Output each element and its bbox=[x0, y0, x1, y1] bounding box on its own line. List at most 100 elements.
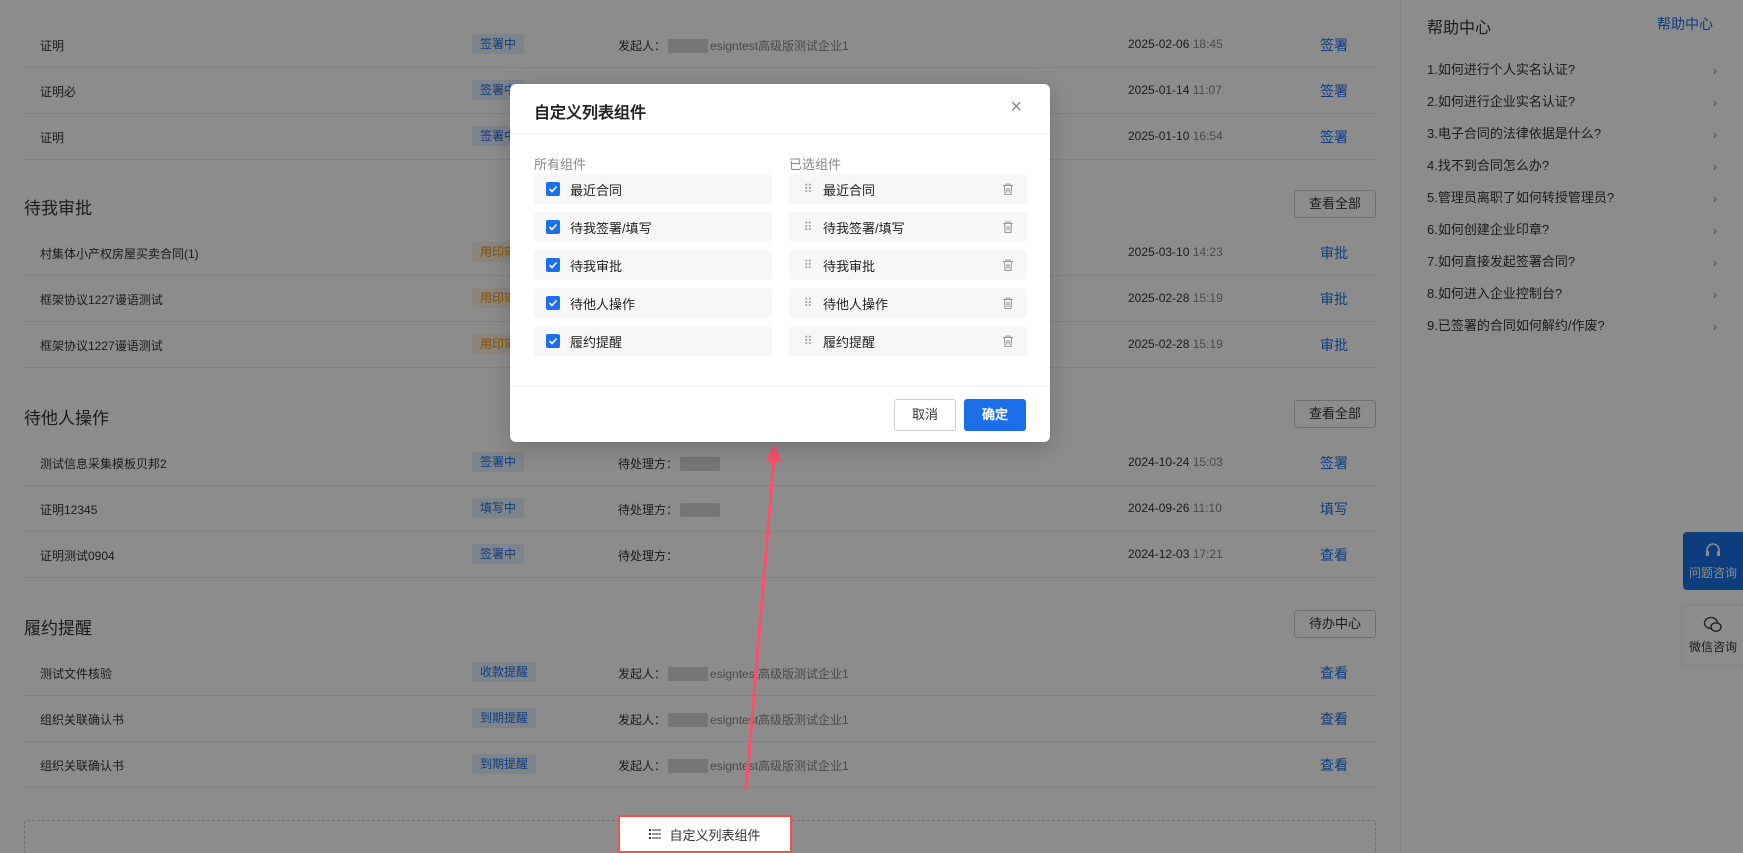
help-item-label: 2.如何进行企业实名认证? bbox=[1427, 94, 1576, 109]
help-item-label: 3.电子合同的法律依据是什么? bbox=[1427, 126, 1602, 141]
help-list: 1.如何进行个人实名认证? › 2.如何进行企业实名认证? › 3.电子合同的法律依… bbox=[1427, 58, 1717, 346]
help-center-link[interactable]: 帮助中心 bbox=[1657, 14, 1713, 34]
component-option[interactable]: 履约提醒 bbox=[534, 326, 772, 356]
selected-component[interactable]: ⠿ 履约提醒 bbox=[789, 326, 1027, 356]
close-icon[interactable]: × bbox=[1010, 96, 1022, 119]
row-party: 发起人： esigntest高级版测试企业1 bbox=[618, 711, 849, 728]
blurred-avatar bbox=[668, 758, 709, 773]
chevron-right-icon: › bbox=[1712, 158, 1717, 174]
cancel-button[interactable]: 取消 bbox=[894, 399, 956, 431]
party-org: esigntest高级版测试企业1 bbox=[710, 667, 849, 681]
party-org: esigntest高级版测试企业1 bbox=[710, 759, 849, 773]
date-text: 2025-02-28 bbox=[1128, 337, 1190, 351]
sign-link[interactable]: 签署 bbox=[1320, 81, 1348, 101]
help-item[interactable]: 5.管理员离职了如何转授管理员? › bbox=[1427, 186, 1717, 218]
row-party: 发起人： esigntest高级版测试企业1 bbox=[618, 665, 849, 682]
selected-component[interactable]: ⠿ 最近合同 bbox=[789, 174, 1027, 204]
party-label: 待处理方： bbox=[618, 549, 679, 563]
selected-component[interactable]: ⠿ 待我签署/填写 bbox=[789, 212, 1027, 242]
selected-component[interactable]: ⠿ 待我审批 bbox=[789, 250, 1027, 280]
help-item[interactable]: 1.如何进行个人实名认证? › bbox=[1427, 58, 1717, 90]
blurred-avatar bbox=[680, 456, 721, 471]
sign-link[interactable]: 签署 bbox=[1320, 127, 1348, 147]
help-item[interactable]: 8.如何进入企业控制台? › bbox=[1427, 282, 1717, 314]
trash-icon[interactable] bbox=[1001, 182, 1015, 196]
help-item[interactable]: 7.如何直接发起签署合同? › bbox=[1427, 250, 1717, 282]
component-label: 最近合同 bbox=[823, 182, 876, 198]
wechat-icon bbox=[1703, 616, 1722, 632]
help-item-label: 8.如何进入企业控制台? bbox=[1427, 286, 1563, 301]
row-name: 组织关联确认书 bbox=[40, 713, 125, 727]
all-components-title: 所有组件 bbox=[534, 157, 587, 172]
table-row: 测试信息采集模板贝邦2 签署中 待处理方： 2024-10-24 15:03 签… bbox=[24, 440, 1376, 486]
table-row: 组织关联确认书 到期提醒 发起人： esigntest高级版测试企业1 查看 bbox=[24, 742, 1376, 788]
party-label: 发起人： bbox=[618, 667, 667, 681]
customize-list-button[interactable]: 自定义列表组件 bbox=[618, 815, 792, 853]
checkbox-checked-icon[interactable] bbox=[546, 334, 560, 348]
view-link[interactable]: 查看 bbox=[1320, 709, 1348, 729]
sign-link[interactable]: 签署 bbox=[1320, 453, 1348, 473]
date-text: 2025-02-28 bbox=[1128, 291, 1190, 305]
view-all-approval-button[interactable]: 查看全部 bbox=[1294, 190, 1376, 218]
component-label: 待我签署/填写 bbox=[570, 220, 652, 236]
date-text: 2025-01-14 bbox=[1128, 83, 1190, 97]
status-badge: 签署中 bbox=[472, 544, 525, 564]
drag-handle-icon[interactable]: ⠿ bbox=[801, 258, 815, 272]
date-text: 2024-09-26 bbox=[1128, 501, 1190, 515]
checkbox-checked-icon[interactable] bbox=[546, 296, 560, 310]
trash-icon[interactable] bbox=[1001, 296, 1015, 310]
component-option[interactable]: 待我签署/填写 bbox=[534, 212, 772, 242]
approve-link[interactable]: 审批 bbox=[1320, 335, 1348, 355]
drag-handle-icon[interactable]: ⠿ bbox=[801, 296, 815, 310]
help-item[interactable]: 3.电子合同的法律依据是什么? › bbox=[1427, 122, 1717, 154]
help-item[interactable]: 4.找不到合同怎么办? › bbox=[1427, 154, 1717, 186]
approve-link[interactable]: 审批 bbox=[1320, 289, 1348, 309]
date-text: 2025-02-06 bbox=[1128, 37, 1190, 51]
view-link[interactable]: 查看 bbox=[1320, 755, 1348, 775]
trash-icon[interactable] bbox=[1001, 258, 1015, 272]
wechat-button[interactable]: 微信咨询 bbox=[1683, 606, 1743, 664]
view-all-others-button[interactable]: 查看全部 bbox=[1294, 400, 1376, 428]
view-link[interactable]: 查看 bbox=[1320, 545, 1348, 565]
component-label: 待我审批 bbox=[823, 258, 876, 274]
chevron-right-icon: › bbox=[1712, 286, 1717, 302]
component-option[interactable]: 待我审批 bbox=[534, 250, 772, 280]
component-option[interactable]: 最近合同 bbox=[534, 174, 772, 204]
row-name: 框架协议1227谩语测试 bbox=[40, 339, 163, 353]
selected-component[interactable]: ⠿ 待他人操作 bbox=[789, 288, 1027, 318]
component-option[interactable]: 待他人操作 bbox=[534, 288, 772, 318]
time-text: 11:10 bbox=[1192, 501, 1222, 515]
help-item-label: 1.如何进行个人实名认证? bbox=[1427, 62, 1576, 77]
fill-link[interactable]: 填写 bbox=[1320, 499, 1348, 519]
approve-link[interactable]: 审批 bbox=[1320, 243, 1348, 263]
checkbox-checked-icon[interactable] bbox=[546, 258, 560, 272]
trash-icon[interactable] bbox=[1001, 334, 1015, 348]
row-name: 证明 bbox=[40, 131, 65, 145]
chevron-right-icon: › bbox=[1712, 126, 1717, 142]
checkbox-checked-icon[interactable] bbox=[546, 220, 560, 234]
trash-icon[interactable] bbox=[1001, 220, 1015, 234]
drag-handle-icon[interactable]: ⠿ bbox=[801, 334, 815, 348]
row-date: 2025-02-28 15:19 bbox=[1128, 291, 1223, 305]
table-row: 测试文件核验 收款提醒 发起人： esigntest高级版测试企业1 查看 bbox=[24, 650, 1376, 696]
drag-handle-icon[interactable]: ⠿ bbox=[801, 220, 815, 234]
time-text: 16:54 bbox=[1192, 129, 1223, 143]
confirm-button[interactable]: 确定 bbox=[964, 399, 1026, 431]
drag-handle-icon[interactable]: ⠿ bbox=[801, 182, 815, 196]
date-text: 2024-12-03 bbox=[1128, 547, 1190, 561]
help-item[interactable]: 2.如何进行企业实名认证? › bbox=[1427, 90, 1717, 122]
chevron-right-icon: › bbox=[1712, 318, 1717, 334]
blurred-avatar bbox=[668, 38, 709, 53]
view-link[interactable]: 查看 bbox=[1320, 663, 1348, 683]
consult-button[interactable]: 问题咨询 bbox=[1683, 532, 1743, 590]
help-item-label: 5.管理员离职了如何转授管理员? bbox=[1427, 190, 1615, 205]
todo-center-button[interactable]: 待办中心 bbox=[1294, 610, 1376, 638]
help-item[interactable]: 9.已签署的合同如何解约/作废? › bbox=[1427, 314, 1717, 346]
help-item[interactable]: 6.如何创建企业印章? › bbox=[1427, 218, 1717, 250]
section-title-others: 待他人操作 bbox=[24, 409, 109, 428]
checkbox-checked-icon[interactable] bbox=[546, 182, 560, 196]
selected-components-title: 已选组件 bbox=[789, 157, 842, 172]
sign-link[interactable]: 签署 bbox=[1320, 35, 1348, 55]
component-label: 最近合同 bbox=[570, 182, 623, 198]
section-title-reminder: 履约提醒 bbox=[24, 619, 92, 638]
